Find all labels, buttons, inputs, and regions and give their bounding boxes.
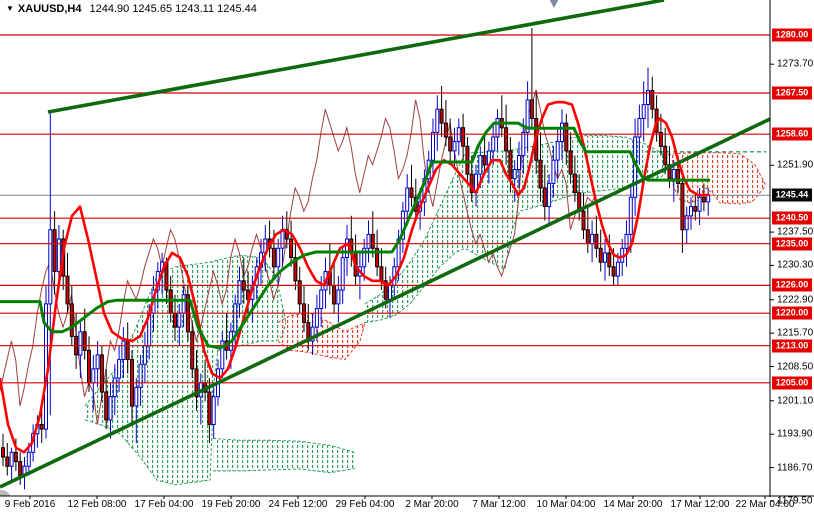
time-tick-label: 17 Mar 12:00 — [670, 499, 730, 510]
level-price-badge: 1226.00 — [772, 278, 812, 292]
time-tick-label: 29 Feb 04:00 — [335, 499, 395, 510]
level-price-badge: 1280.00 — [772, 28, 812, 42]
level-price-badge: 1220.00 — [772, 306, 812, 320]
price-tick-label: 1237.50 — [777, 226, 814, 238]
chart-title: ▼ XAUUSD,H4 1244.90 1245.65 1243.11 1245.4… — [6, 3, 257, 15]
price-tick-label: 1251.90 — [777, 159, 814, 171]
price-tick-label: 1273.70 — [777, 58, 814, 70]
time-tick-label: 7 Mar 12:00 — [472, 499, 526, 510]
time-tick-label: 10 Mar 04:00 — [536, 499, 596, 510]
price-tick-label: 1208.50 — [777, 361, 814, 373]
symbol-period-label: XAUUSD,H4 — [17, 3, 82, 15]
level-price-badge: 1258.60 — [772, 127, 812, 141]
price-tick-label: 1230.30 — [777, 259, 814, 271]
price-chart-canvas[interactable] — [0, 0, 814, 514]
time-tick-label: 24 Feb 12:00 — [268, 499, 328, 510]
level-price-badge: 1240.50 — [772, 211, 812, 225]
price-tick-label: 1193.90 — [777, 428, 813, 440]
price-tick-label: 1201.10 — [777, 395, 814, 407]
time-tick-label: 19 Feb 20:00 — [201, 499, 261, 510]
level-price-badge: 1213.00 — [772, 339, 812, 353]
level-price-badge: 1267.50 — [772, 86, 812, 100]
candlestick-series — [1, 28, 711, 490]
time-tick-label: 12 Feb 08:00 — [67, 499, 127, 510]
mt4-chart-window: ▼ XAUUSD,H4 1244.90 1245.65 1243.11 1245.4… — [0, 0, 814, 514]
ohlc-values: 1244.90 1245.65 1243.11 1245.44 — [89, 3, 257, 15]
time-tick-label: 9 Feb 2016 — [4, 499, 56, 510]
time-tick-label: 14 Mar 20:00 — [603, 499, 663, 510]
price-tick-label: 1186.70 — [777, 462, 813, 474]
trendline[interactable] — [0, 117, 770, 489]
arrow-down-marker[interactable] — [546, 0, 562, 8]
level-price-badge: 1205.00 — [772, 376, 812, 390]
plot-area[interactable] — [0, 0, 770, 504]
ichimoku-cloud-green — [365, 135, 668, 323]
price-tick-label: 1215.70 — [777, 327, 814, 339]
time-tick-label: 17 Feb 04:00 — [134, 499, 194, 510]
symbol-dropdown-icon[interactable]: ▼ — [6, 4, 14, 13]
level-price-badge: 1235.00 — [772, 237, 812, 251]
time-tick-label: 2 Mar 20:00 — [405, 499, 459, 510]
ichimoku-cloud-green — [213, 438, 355, 473]
time-tick-label: 22 Mar 04:00 — [735, 499, 795, 510]
bid-price-badge: 1245.44 — [772, 188, 812, 202]
trendline[interactable] — [47, 0, 665, 114]
price-tick-label: 1222.90 — [777, 294, 814, 306]
